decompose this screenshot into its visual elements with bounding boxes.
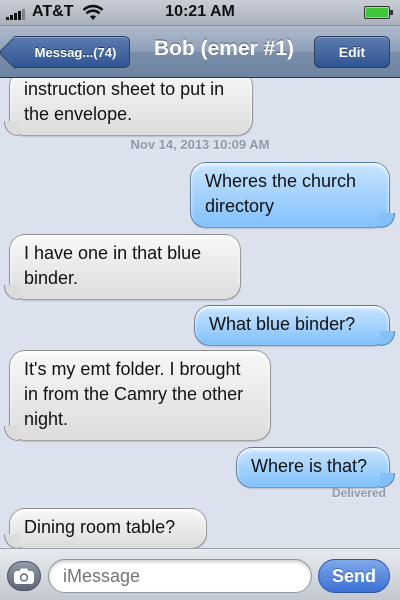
message-text: What blue binder?: [209, 314, 356, 334]
message-bubble-outgoing[interactable]: Wheres the church directory: [190, 162, 395, 228]
message-text: Wheres the church directory: [205, 171, 357, 216]
delivered-status: Delivered: [331, 486, 386, 500]
message-text: Dining room table?: [24, 517, 176, 537]
message-text: instruction sheet to put in the envelope…: [24, 79, 225, 124]
camera-button[interactable]: [7, 561, 41, 591]
imessage-input[interactable]: [48, 559, 312, 593]
message-bubble-outgoing[interactable]: What blue binder?: [194, 305, 395, 346]
send-button[interactable]: Send: [318, 559, 390, 593]
message-timestamp: Nov 14, 2013 10:09 AM: [130, 137, 270, 152]
message-bubble-outgoing[interactable]: Where is that?: [236, 447, 395, 488]
send-button-label: Send: [331, 565, 376, 586]
navigation-bar: Messag...(74) Bob (emer #1) Edit: [0, 26, 400, 78]
conversation-title: Bob (emer #1): [153, 37, 295, 60]
message-bubble-incoming[interactable]: instruction sheet to put in the envelope…: [4, 78, 253, 136]
clock-time: 10:21 AM: [165, 3, 235, 20]
battery-level-fill: [366, 8, 388, 17]
back-button-label: Messag...(74): [34, 44, 117, 60]
camera-icon: [14, 568, 34, 584]
message-bubble-incoming[interactable]: Dining room table?: [4, 508, 207, 548]
back-to-messages-button[interactable]: Messag...(74): [14, 36, 130, 68]
status-bar: AT&T 10:21 AM: [0, 0, 400, 26]
message-bubble-incoming[interactable]: I have one in that blue binder.: [4, 234, 241, 300]
battery-icon: [364, 6, 393, 19]
message-thread[interactable]: instruction sheet to put in the envelope…: [0, 78, 400, 548]
back-button-container: Messag...(74): [0, 26, 140, 78]
message-bubble-incoming[interactable]: It's my emt folder. I brought in from th…: [4, 350, 271, 441]
message-input-bar: Send: [0, 548, 400, 600]
edit-button-label: Edit: [338, 44, 366, 60]
message-text: Where is that?: [251, 456, 368, 476]
message-text: It's my emt folder. I brought in from th…: [24, 359, 244, 429]
edit-button[interactable]: Edit: [314, 36, 390, 68]
message-text: I have one in that blue binder.: [24, 243, 202, 288]
